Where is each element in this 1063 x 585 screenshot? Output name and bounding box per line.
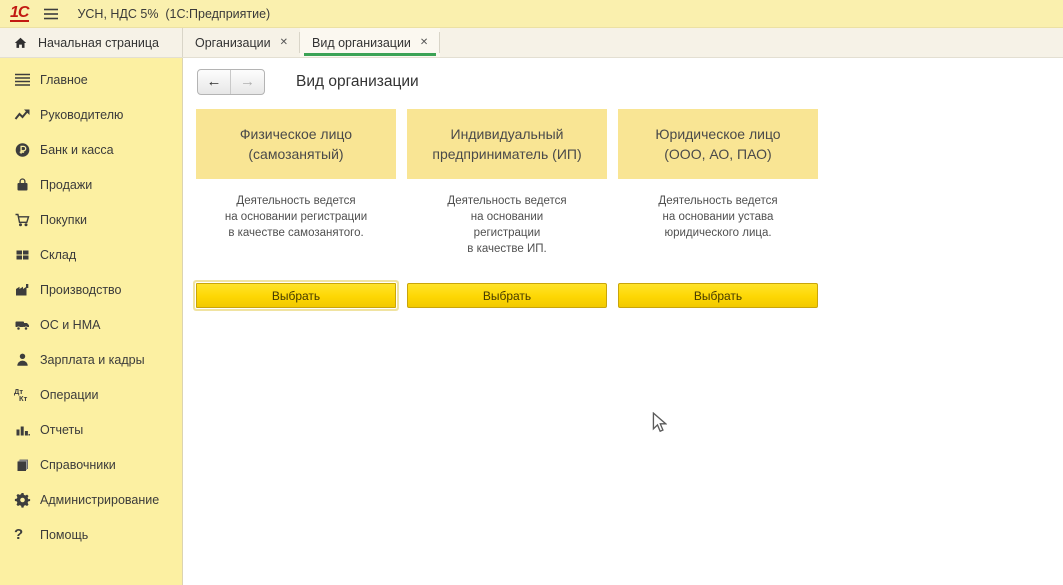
- hamburger-icon: [43, 8, 59, 20]
- sidebar-item-sales[interactable]: Продажи: [0, 167, 182, 202]
- home-icon: [13, 36, 28, 50]
- sidebar-item-fixed-assets[interactable]: ОС и НМА: [0, 307, 182, 342]
- sidebar-item-administration[interactable]: Администрирование: [0, 482, 182, 517]
- sidebar-item-directories[interactable]: Справочники: [0, 447, 182, 482]
- card-description: Деятельность ведется на основании регист…: [196, 179, 396, 283]
- sidebar-item-label: Склад: [40, 248, 76, 262]
- page-title: Вид организации: [296, 73, 419, 91]
- sidebar-item-label: Руководителю: [40, 108, 123, 122]
- bar-chart-icon: [14, 422, 40, 438]
- organization-type-cards: Физическое лицо (самозанятый) Деятельнос…: [196, 109, 1063, 308]
- close-icon[interactable]: ✕: [280, 38, 288, 48]
- card-description: Деятельность ведется на основании устава…: [618, 179, 818, 283]
- forward-arrow-icon: →: [240, 73, 255, 90]
- sidebar-item-label: Производство: [40, 283, 122, 297]
- rouble-circle-icon: [14, 142, 40, 158]
- title-bar: 1С УСН, НДС 5% (1С:Предприятие): [0, 0, 1063, 28]
- sidebar-item-label: Администрирование: [40, 493, 159, 507]
- sidebar-item-purchases[interactable]: Покупки: [0, 202, 182, 237]
- menu-lines-icon: [14, 73, 40, 87]
- tab-label: Начальная страница: [38, 36, 159, 50]
- app-window: 1С УСН, НДС 5% (1С:Предприятие) Начальна…: [0, 0, 1063, 585]
- tab-home-page[interactable]: Начальная страница: [0, 28, 183, 57]
- sidebar-item-label: Покупки: [40, 213, 87, 227]
- org-card-individual: Физическое лицо (самозанятый) Деятельнос…: [196, 109, 396, 308]
- sidebar-item-bank-cash[interactable]: Банк и касса: [0, 132, 182, 167]
- sidebar-item-warehouse[interactable]: Склад: [0, 237, 182, 272]
- tab-organizations[interactable]: Организации ✕: [183, 28, 300, 57]
- tab-organization-type[interactable]: Вид организации ✕: [300, 28, 440, 57]
- sidebar-item-main[interactable]: Главное: [0, 62, 182, 97]
- main-panel: ← → Вид организации Физическое лицо (сам…: [183, 58, 1063, 585]
- sidebar-item-manager[interactable]: Руководителю: [0, 97, 182, 132]
- tab-separator: [439, 32, 440, 53]
- sidebar-item-label: Помощь: [40, 528, 88, 542]
- card-title: Юридическое лицо (ООО, АО, ПАО): [618, 109, 818, 179]
- pallet-grid-icon: [14, 247, 40, 263]
- back-arrow-icon: ←: [207, 73, 222, 90]
- person-icon: [14, 352, 40, 368]
- shopping-cart-icon: [14, 212, 40, 228]
- choose-button-entrepreneur[interactable]: Выбрать: [407, 283, 607, 308]
- gear-icon: [14, 492, 40, 508]
- choose-button-individual[interactable]: Выбрать: [196, 283, 396, 308]
- sidebar-item-label: Зарплата и кадры: [40, 353, 145, 367]
- shopping-bag-icon: [14, 177, 40, 193]
- forward-button[interactable]: →: [231, 70, 264, 94]
- sidebar-item-help[interactable]: ? Помощь: [0, 517, 182, 552]
- sidebar-item-label: Главное: [40, 73, 88, 87]
- tab-label: Вид организации: [312, 36, 411, 50]
- sidebar-item-label: Операции: [40, 388, 98, 402]
- card-description: Деятельность ведется на основании регист…: [407, 179, 607, 283]
- org-card-entrepreneur: Индивидуальный предприниматель (ИП) Деят…: [407, 109, 607, 308]
- sidebar-item-operations[interactable]: Дт Кт Операции: [0, 377, 182, 412]
- sidebar-item-production[interactable]: Производство: [0, 272, 182, 307]
- sidebar: Главное Руководителю Банк и касса Продаж…: [0, 58, 183, 585]
- main-menu-button[interactable]: [43, 8, 59, 20]
- sidebar-item-payroll-hr[interactable]: Зарплата и кадры: [0, 342, 182, 377]
- sidebar-item-label: ОС и НМА: [40, 318, 100, 332]
- question-text: ?: [14, 526, 23, 543]
- debit-credit-icon: Дт Кт: [14, 388, 40, 402]
- kt-text: Кт: [19, 395, 27, 402]
- window-title: УСН, НДС 5% (1С:Предприятие): [77, 7, 270, 21]
- tab-label: Организации: [195, 36, 271, 50]
- history-nav: ← →: [197, 69, 265, 95]
- org-card-legal-entity: Юридическое лицо (ООО, АО, ПАО) Деятельн…: [618, 109, 818, 308]
- books-icon: [14, 457, 40, 473]
- 1c-logo: 1С: [10, 5, 29, 22]
- card-title: Индивидуальный предприниматель (ИП): [407, 109, 607, 179]
- card-title: Физическое лицо (самозанятый): [196, 109, 396, 179]
- factory-icon: [14, 282, 40, 298]
- choose-button-legal-entity[interactable]: Выбрать: [618, 283, 818, 308]
- sidebar-item-label: Справочники: [40, 458, 116, 472]
- sidebar-item-label: Продажи: [40, 178, 92, 192]
- content-row: Главное Руководителю Банк и касса Продаж…: [0, 58, 1063, 585]
- main-header: ← → Вид организации: [197, 67, 1063, 97]
- trend-up-icon: [14, 107, 40, 123]
- close-icon[interactable]: ✕: [420, 38, 428, 48]
- sidebar-item-reports[interactable]: Отчеты: [0, 412, 182, 447]
- truck-icon: [14, 317, 40, 333]
- question-icon: ?: [14, 526, 40, 543]
- sidebar-item-label: Банк и касса: [40, 143, 114, 157]
- tab-bar: Начальная страница Организации ✕ Вид орг…: [0, 28, 1063, 58]
- sidebar-item-label: Отчеты: [40, 423, 83, 437]
- back-button[interactable]: ←: [198, 70, 231, 94]
